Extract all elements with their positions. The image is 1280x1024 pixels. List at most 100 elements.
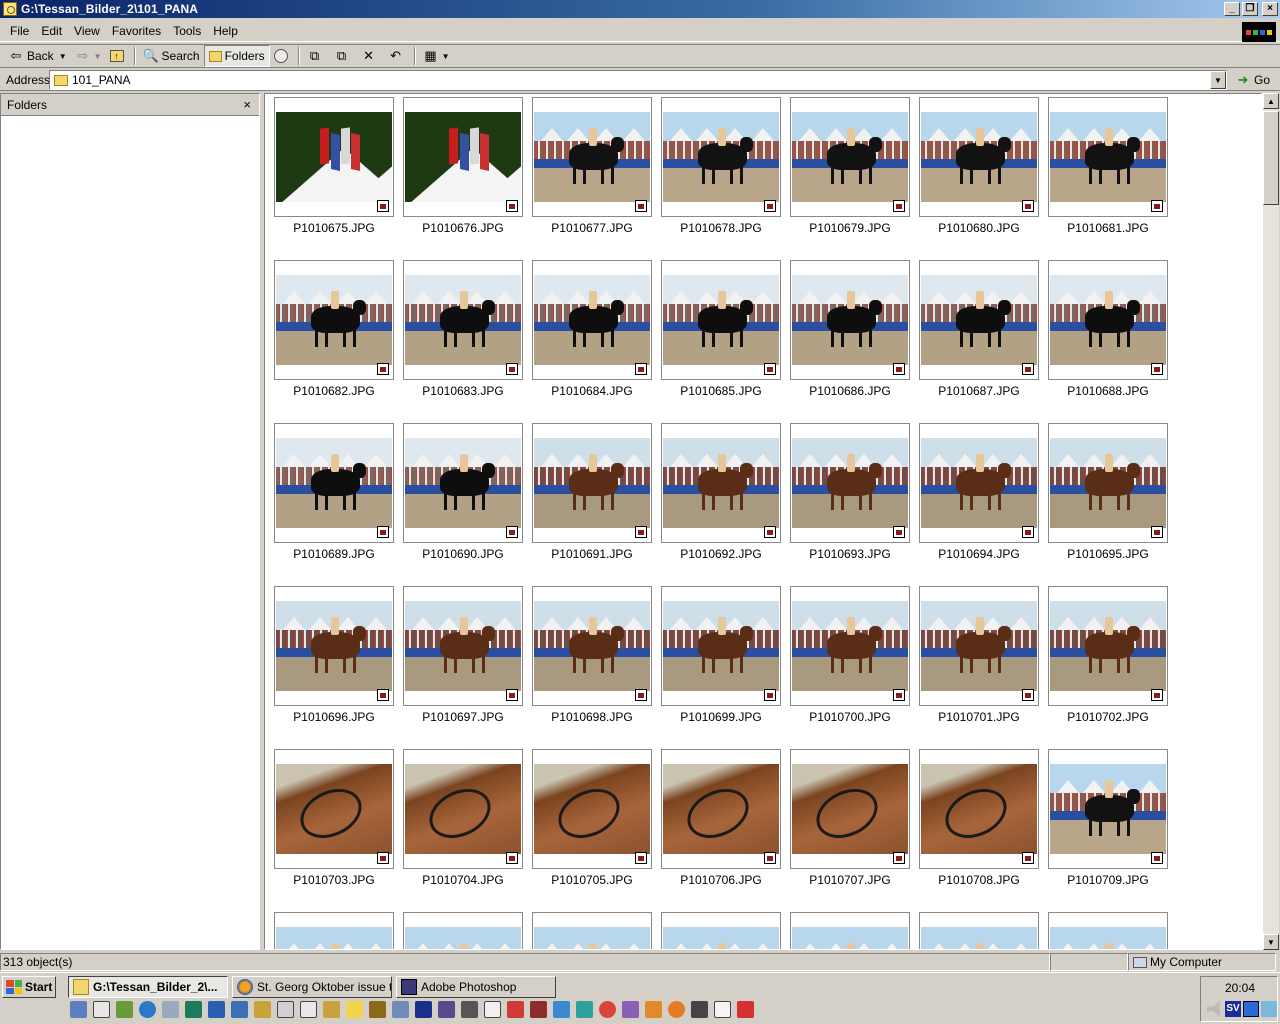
task-photoshop[interactable]: Adobe Photoshop (396, 976, 556, 998)
quick-launch-icon[interactable] (116, 1001, 133, 1018)
go-button[interactable]: ➜ Go (1235, 71, 1270, 89)
quick-launch-icon[interactable] (415, 1001, 432, 1018)
scroll-down-button[interactable]: ▼ (1263, 934, 1279, 950)
file-item[interactable]: P1010688.JPG (1048, 260, 1177, 423)
copy-to-button[interactable]: ⧉ (330, 45, 357, 67)
file-item[interactable]: P1010686.JPG (790, 260, 919, 423)
move-to-button[interactable]: ⧉ (303, 45, 330, 67)
quick-launch-icon[interactable] (162, 1001, 179, 1018)
file-thumbnail[interactable] (532, 260, 652, 380)
quick-launch-icon[interactable] (622, 1001, 639, 1018)
quick-launch-icon[interactable] (254, 1001, 271, 1018)
delete-button[interactable]: ✕ (357, 45, 384, 67)
file-thumbnail[interactable] (661, 97, 781, 217)
file-item[interactable]: P1010692.JPG (661, 423, 790, 586)
quick-launch-icon[interactable] (691, 1001, 708, 1018)
close-button[interactable]: × (1262, 2, 1278, 16)
file-thumbnail[interactable] (661, 912, 781, 949)
file-thumbnail[interactable] (403, 912, 523, 949)
language-indicator[interactable]: SV (1225, 1001, 1241, 1017)
file-thumbnail[interactable] (1048, 260, 1168, 380)
file-thumbnail[interactable] (919, 749, 1039, 869)
file-thumbnail[interactable] (1048, 749, 1168, 869)
file-item[interactable]: P1010679.JPG (790, 97, 919, 260)
file-item[interactable]: P1010675.JPG (274, 97, 403, 260)
quick-launch-icon[interactable] (346, 1001, 363, 1018)
file-item[interactable] (532, 912, 661, 949)
file-thumbnail[interactable] (1048, 912, 1168, 949)
file-item[interactable]: P1010702.JPG (1048, 586, 1177, 749)
up-folder-button[interactable]: ↑ (106, 45, 131, 67)
file-thumbnail[interactable] (790, 586, 910, 706)
file-item[interactable]: P1010691.JPG (532, 423, 661, 586)
file-item[interactable] (919, 912, 1048, 949)
menu-tools[interactable]: Tools (167, 24, 207, 38)
file-thumbnail[interactable] (274, 260, 394, 380)
file-thumbnail[interactable] (1048, 586, 1168, 706)
file-thumbnail[interactable] (661, 423, 781, 543)
history-button[interactable] (270, 45, 295, 67)
file-item[interactable]: P1010685.JPG (661, 260, 790, 423)
file-item[interactable]: P1010701.JPG (919, 586, 1048, 749)
file-item[interactable] (274, 912, 403, 949)
folders-pane-close-button[interactable]: × (243, 97, 251, 112)
file-thumbnail[interactable] (403, 423, 523, 543)
file-item[interactable]: P1010703.JPG (274, 749, 403, 912)
file-item[interactable]: P1010699.JPG (661, 586, 790, 749)
file-item[interactable]: P1010707.JPG (790, 749, 919, 912)
file-item[interactable]: P1010690.JPG (403, 423, 532, 586)
file-thumbnail[interactable] (274, 586, 394, 706)
file-item[interactable]: P1010697.JPG (403, 586, 532, 749)
quick-launch-icon[interactable] (737, 1001, 754, 1018)
file-thumbnail[interactable] (274, 749, 394, 869)
back-button[interactable]: ⇦ Back ▼ (4, 45, 71, 67)
file-thumbnail[interactable] (532, 749, 652, 869)
file-item[interactable]: P1010693.JPG (790, 423, 919, 586)
file-thumbnail[interactable] (403, 97, 523, 217)
volume-icon[interactable] (1207, 1001, 1220, 1017)
forward-button[interactable]: ⇨ ▼ (71, 45, 106, 67)
file-thumbnail[interactable] (532, 97, 652, 217)
file-item[interactable]: P1010683.JPG (403, 260, 532, 423)
address-dropdown-button[interactable]: ▼ (1210, 71, 1226, 89)
quick-launch-icon[interactable] (392, 1001, 409, 1018)
file-thumbnail[interactable] (790, 423, 910, 543)
undo-button[interactable]: ↶ (384, 45, 411, 67)
minimize-button[interactable]: _ (1224, 2, 1240, 16)
quick-launch-icon[interactable] (714, 1001, 731, 1018)
quick-launch-icon[interactable] (369, 1001, 386, 1018)
views-button[interactable]: ▦ ▼ (419, 45, 454, 67)
menu-favorites[interactable]: Favorites (106, 24, 167, 38)
file-item[interactable]: P1010676.JPG (403, 97, 532, 260)
file-thumbnail[interactable] (790, 912, 910, 949)
file-thumbnail[interactable] (919, 586, 1039, 706)
forward-dropdown-icon[interactable]: ▼ (94, 52, 102, 61)
menu-file[interactable]: File (4, 24, 35, 38)
clock[interactable]: 20:04 (1201, 981, 1279, 995)
file-item[interactable]: P1010677.JPG (532, 97, 661, 260)
file-item[interactable] (1048, 912, 1177, 949)
search-button[interactable]: 🔍 Search (139, 45, 204, 67)
quick-launch-icon[interactable] (300, 1001, 317, 1018)
file-thumbnail[interactable] (274, 912, 394, 949)
file-item[interactable] (790, 912, 919, 949)
scroll-thumb[interactable] (1263, 111, 1279, 205)
quick-launch-icon[interactable] (507, 1001, 524, 1018)
file-thumbnail[interactable] (919, 97, 1039, 217)
scroll-up-button[interactable]: ▲ (1263, 93, 1279, 109)
file-thumbnail[interactable] (790, 97, 910, 217)
file-item[interactable]: P1010709.JPG (1048, 749, 1177, 912)
quick-launch-icon[interactable] (668, 1001, 685, 1018)
file-item[interactable]: P1010684.JPG (532, 260, 661, 423)
file-thumbnail[interactable] (403, 749, 523, 869)
file-thumbnail[interactable] (919, 912, 1039, 949)
quick-launch-icon[interactable] (576, 1001, 593, 1018)
file-thumbnail[interactable] (1048, 97, 1168, 217)
quick-launch-icon[interactable] (208, 1001, 225, 1018)
quick-launch-icon[interactable] (438, 1001, 455, 1018)
file-thumbnail[interactable] (403, 586, 523, 706)
file-thumbnail[interactable] (274, 423, 394, 543)
file-item[interactable]: P1010680.JPG (919, 97, 1048, 260)
file-item[interactable]: P1010694.JPG (919, 423, 1048, 586)
quick-launch-icon[interactable] (277, 1001, 294, 1018)
